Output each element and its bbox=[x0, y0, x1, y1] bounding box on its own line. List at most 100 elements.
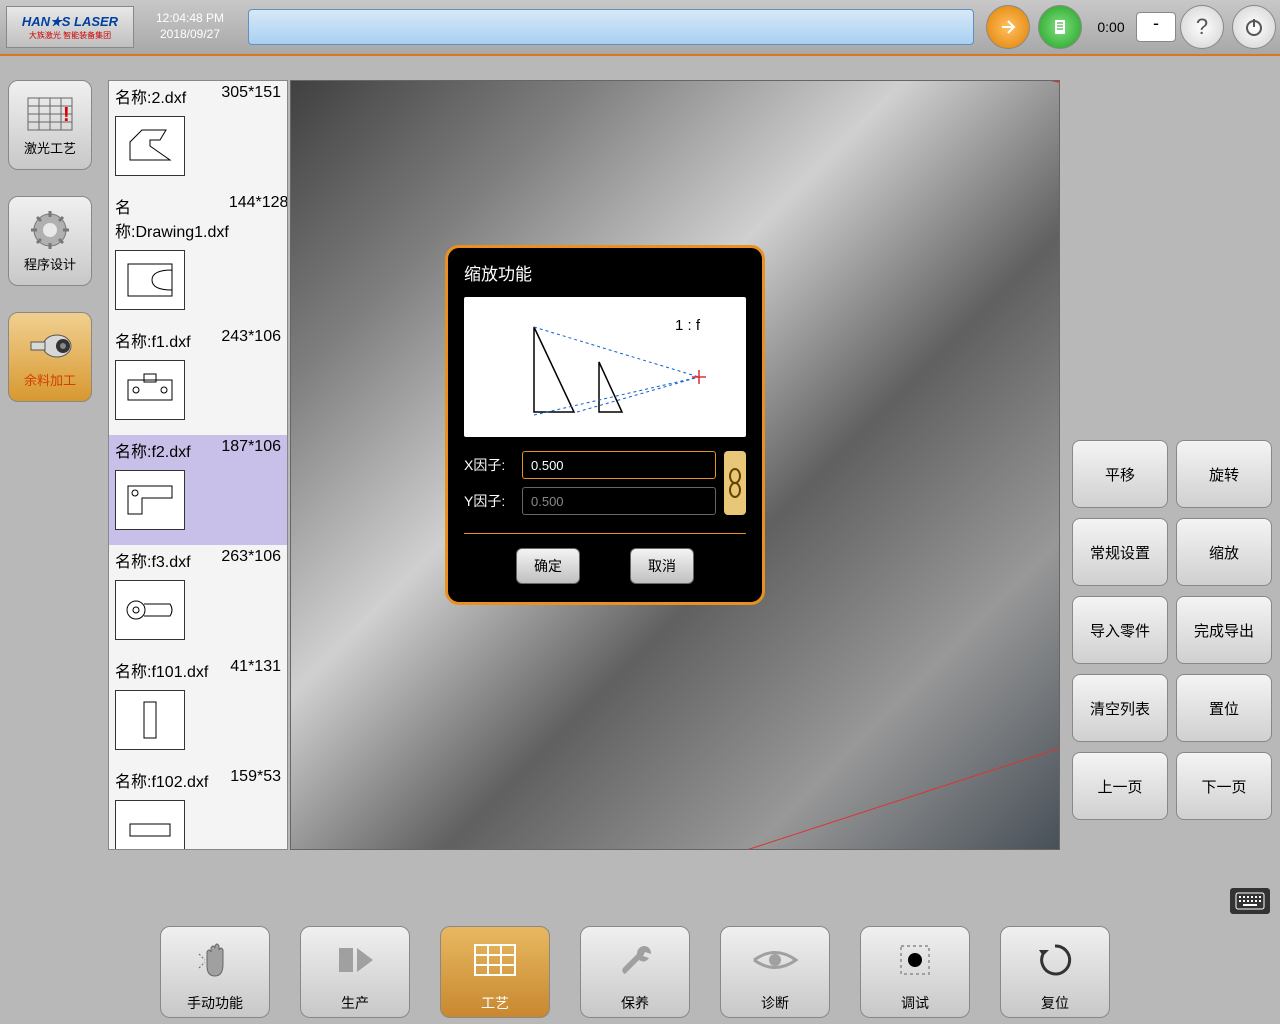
nav-production[interactable]: 生产 bbox=[300, 926, 410, 1018]
prev-page-button[interactable]: 上一页 bbox=[1072, 752, 1168, 820]
link-icon bbox=[728, 468, 742, 498]
file-name: 名称:f1.dxf bbox=[115, 328, 191, 352]
minus-button[interactable]: - bbox=[1136, 12, 1176, 42]
file-thumb bbox=[115, 470, 185, 530]
time-text: 12:04:48 PM bbox=[140, 11, 240, 27]
import-part-button[interactable]: 导入零件 bbox=[1072, 596, 1168, 664]
nav-label: 生产 bbox=[341, 993, 369, 1013]
play-icon bbox=[333, 927, 377, 993]
hand-icon bbox=[193, 927, 237, 993]
general-settings-button[interactable]: 常规设置 bbox=[1072, 518, 1168, 586]
nav-label: 手动功能 bbox=[187, 993, 243, 1013]
power-icon bbox=[1244, 17, 1264, 37]
ratio-label: 1 : f bbox=[675, 317, 700, 334]
sidebar-remnant-process[interactable]: 余料加工 bbox=[8, 312, 92, 402]
finish-export-button[interactable]: 完成导出 bbox=[1176, 596, 1272, 664]
next-page-button[interactable]: 下一页 bbox=[1176, 752, 1272, 820]
file-item[interactable]: 名称:f1.dxf 243*106 bbox=[109, 325, 287, 435]
rotate-button[interactable]: 旋转 bbox=[1176, 440, 1272, 508]
file-item[interactable]: 名称:f3.dxf 263*106 bbox=[109, 545, 287, 655]
sidebar-label: 程序设计 bbox=[24, 254, 76, 273]
sidebar-program-design[interactable]: 程序设计 bbox=[8, 196, 92, 286]
pan-button[interactable]: 平移 bbox=[1072, 440, 1168, 508]
clear-list-button[interactable]: 清空列表 bbox=[1072, 674, 1168, 742]
file-name: 名称:f2.dxf bbox=[115, 438, 191, 462]
file-dim: 263*106 bbox=[221, 548, 281, 572]
right-panel: 平移 旋转 常规设置 缩放 导入零件 完成导出 清空列表 置位 上一页 下一页 bbox=[1072, 440, 1272, 820]
date-text: 2018/09/27 bbox=[140, 27, 240, 43]
link-xy-button[interactable] bbox=[724, 451, 746, 515]
x-factor-label: X因子: bbox=[464, 455, 522, 475]
nav-debug[interactable]: 调试 bbox=[860, 926, 970, 1018]
logo-sub: 大族激光 智能装备集团 bbox=[29, 30, 111, 41]
overlay-line bbox=[583, 748, 1059, 850]
file-list[interactable]: 名称:2.dxf 305*151 名称:Drawing1.dxf144*128 名… bbox=[108, 80, 288, 850]
file-thumb bbox=[115, 580, 185, 640]
help-button[interactable]: ? bbox=[1180, 5, 1224, 49]
file-thumb bbox=[115, 800, 185, 850]
file-thumb bbox=[115, 360, 185, 420]
counter-text: 0:00 bbox=[1086, 19, 1136, 35]
nav-label: 诊断 bbox=[761, 993, 789, 1013]
wrench-icon bbox=[613, 927, 657, 993]
sidebar-left: ! 激光工艺 程序设计 余料加工 bbox=[8, 80, 98, 428]
nav-technology[interactable]: 工艺 bbox=[440, 926, 550, 1018]
scale-diagram: 1 : f bbox=[464, 297, 746, 437]
document-button[interactable] bbox=[1038, 5, 1082, 49]
overlay-line bbox=[691, 80, 1059, 83]
file-dim: 41*131 bbox=[230, 658, 281, 682]
file-thumb bbox=[115, 250, 185, 310]
y-factor-input[interactable] bbox=[522, 487, 716, 515]
arrow-right-icon bbox=[998, 17, 1018, 37]
cancel-button[interactable]: 取消 bbox=[630, 548, 694, 584]
keyboard-icon bbox=[1235, 892, 1265, 910]
bottom-nav: 手动功能 生产 工艺 保养 诊断 调试 复位 bbox=[160, 926, 1110, 1018]
scale-modal: 缩放功能 1 : f X因子: Y因子: 确定 bbox=[445, 245, 765, 605]
x-factor-input[interactable] bbox=[522, 451, 716, 479]
help-icon: ? bbox=[1196, 14, 1208, 40]
file-item[interactable]: 名称:f102.dxf159*53 bbox=[109, 765, 287, 850]
datetime: 12:04:48 PM 2018/09/27 bbox=[140, 11, 240, 42]
file-name: 名称:f3.dxf bbox=[115, 548, 191, 572]
file-item[interactable]: 名称:f101.dxf 41*131 bbox=[109, 655, 287, 765]
next-arrow-button[interactable] bbox=[986, 5, 1030, 49]
file-dim: 187*106 bbox=[221, 438, 281, 462]
nav-maintenance[interactable]: 保养 bbox=[580, 926, 690, 1018]
divider bbox=[464, 533, 746, 534]
keyboard-button[interactable] bbox=[1230, 888, 1270, 914]
logo-main: HAN★S LASER bbox=[22, 14, 118, 30]
svg-text:!: ! bbox=[63, 104, 70, 126]
modal-title: 缩放功能 bbox=[464, 260, 746, 285]
file-dim: 243*106 bbox=[221, 328, 281, 352]
file-name: 名称:f101.dxf bbox=[115, 658, 208, 682]
file-item[interactable]: 名称:Drawing1.dxf144*128 bbox=[109, 191, 287, 325]
record-icon bbox=[893, 927, 937, 993]
refresh-icon bbox=[1035, 927, 1075, 993]
document-icon bbox=[1050, 17, 1070, 37]
nav-diagnosis[interactable]: 诊断 bbox=[720, 926, 830, 1018]
progress-bar bbox=[248, 9, 974, 45]
file-item-selected[interactable]: 名称:f2.dxf 187*106 bbox=[109, 435, 287, 545]
grid-alert-icon: ! bbox=[25, 94, 75, 134]
file-dim: 305*151 bbox=[221, 84, 281, 108]
scale-button[interactable]: 缩放 bbox=[1176, 518, 1272, 586]
file-dim: 144*128 bbox=[229, 194, 288, 242]
logo: HAN★S LASER 大族激光 智能装备集团 bbox=[6, 6, 134, 48]
nav-manual[interactable]: 手动功能 bbox=[160, 926, 270, 1018]
file-thumb bbox=[115, 116, 185, 176]
ok-button[interactable]: 确定 bbox=[516, 548, 580, 584]
top-bar: HAN★S LASER 大族激光 智能装备集团 12:04:48 PM 2018… bbox=[0, 0, 1280, 56]
nav-label: 保养 bbox=[621, 993, 649, 1013]
file-name: 名称:f102.dxf bbox=[115, 768, 208, 792]
set-position-button[interactable]: 置位 bbox=[1176, 674, 1272, 742]
power-button[interactable] bbox=[1232, 5, 1276, 49]
file-thumb bbox=[115, 690, 185, 750]
sidebar-laser-tech[interactable]: ! 激光工艺 bbox=[8, 80, 92, 170]
file-item[interactable]: 名称:2.dxf 305*151 bbox=[109, 81, 287, 191]
grid-icon bbox=[473, 927, 517, 993]
nav-label: 工艺 bbox=[481, 993, 509, 1013]
nav-reset[interactable]: 复位 bbox=[1000, 926, 1110, 1018]
camera-icon bbox=[25, 326, 75, 366]
gear-icon bbox=[25, 210, 75, 250]
file-name: 名称:2.dxf bbox=[115, 84, 186, 108]
